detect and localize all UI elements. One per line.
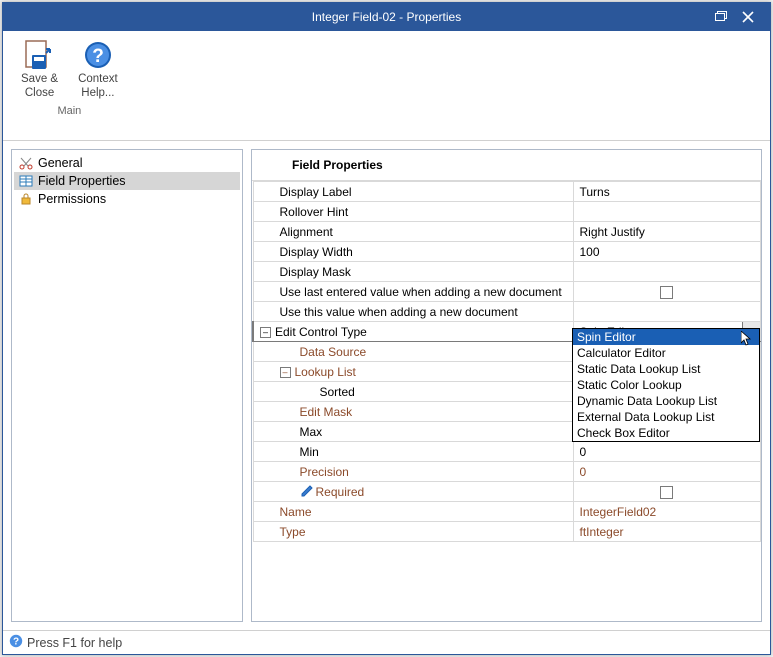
ribbon: Save & Close ? Context Help... Main [3,31,770,141]
collapse-icon[interactable]: – [280,367,291,378]
save-close-button[interactable]: Save & Close [15,35,64,103]
value-min[interactable]: 0 [573,442,761,462]
close-icon[interactable] [742,11,754,23]
dropdown-option[interactable]: Static Data Lookup List [573,361,759,377]
section-header: Field Properties [252,150,761,181]
label-display-label: Display Label [253,182,573,202]
value-precision[interactable]: 0 [573,462,761,482]
save-close-icon [22,37,58,73]
label-edit-control-type: –Edit Control Type [253,322,573,342]
row-alignment: Alignment Right Justify [253,222,761,242]
label-alignment: Alignment [253,222,573,242]
collapse-icon[interactable]: – [260,327,271,338]
property-grid: Field Properties Display Label Turns Rol… [251,149,762,622]
row-type: Type ftInteger [253,522,761,542]
label-rollover-hint: Rollover Hint [253,202,573,222]
row-rollover-hint: Rollover Hint [253,202,761,222]
row-precision: Precision 0 [253,462,761,482]
label-use-this: Use this value when adding a new documen… [253,302,573,322]
nav-item-field-properties[interactable]: Field Properties [14,172,240,190]
nav-item-general[interactable]: General [14,154,240,172]
value-required[interactable] [573,482,761,502]
help-icon: ? [9,634,23,651]
label-sorted: Sorted [253,382,573,402]
value-display-label[interactable]: Turns [573,182,761,202]
row-display-label: Display Label Turns [253,182,761,202]
grid-icon [18,173,34,189]
label-min: Min [253,442,573,462]
title-bar: Integer Field-02 - Properties [3,3,770,31]
status-bar: ? Press F1 for help [3,630,770,654]
value-display-width[interactable]: 100 [573,242,761,262]
value-rollover-hint[interactable] [573,202,761,222]
row-display-width: Display Width 100 [253,242,761,262]
row-display-mask: Display Mask [253,262,761,282]
nav-panel: General Field Properties Permissions [11,149,243,622]
dropdown-option[interactable]: Check Box Editor [573,425,759,441]
status-text: Press F1 for help [27,636,122,650]
checkbox-required[interactable] [660,486,673,499]
context-help-icon: ? [80,37,116,73]
dropdown-option[interactable]: Spin Editor [573,329,759,345]
dropdown-option[interactable]: Static Color Lookup [573,377,759,393]
window-title: Integer Field-02 - Properties [3,10,770,24]
label-use-last: Use last entered value when adding a new… [253,282,573,302]
lock-icon [18,191,34,207]
label-display-mask: Display Mask [253,262,573,282]
label-lookup-list: –Lookup List [253,362,573,382]
edit-control-dropdown[interactable]: Spin EditorCalculator EditorStatic Data … [572,328,760,442]
label-max: Max [253,422,573,442]
svg-text:?: ? [13,637,19,648]
value-use-this[interactable] [573,302,761,322]
row-use-last: Use last entered value when adding a new… [253,282,761,302]
checkbox-use-last[interactable] [660,286,673,299]
label-data-source: Data Source [253,342,573,362]
svg-text:?: ? [92,46,104,67]
restore-icon[interactable] [715,11,728,23]
context-help-button[interactable]: ? Context Help... [72,35,124,103]
dropdown-option[interactable]: Dynamic Data Lookup List [573,393,759,409]
label-precision: Precision [253,462,573,482]
label-display-width: Display Width [253,242,573,262]
scissors-icon [18,155,34,171]
label-edit-mask: Edit Mask [253,402,573,422]
ribbon-group-main: Save & Close ? Context Help... Main [15,35,124,117]
nav-item-permissions[interactable]: Permissions [14,190,240,208]
ribbon-group-label: Main [15,105,124,117]
label-required: Required [253,482,573,502]
value-use-last[interactable] [573,282,761,302]
value-name[interactable]: IntegerField02 [573,502,761,522]
row-use-this: Use this value when adding a new documen… [253,302,761,322]
dropdown-option[interactable]: External Data Lookup List [573,409,759,425]
value-alignment[interactable]: Right Justify [573,222,761,242]
row-min: Min 0 [253,442,761,462]
label-name: Name [253,502,573,522]
dropdown-option[interactable]: Calculator Editor [573,345,759,361]
label-type: Type [253,522,573,542]
properties-window: Integer Field-02 - Properties [2,2,771,655]
value-display-mask[interactable] [573,262,761,282]
row-name: Name IntegerField02 [253,502,761,522]
value-type[interactable]: ftInteger [573,522,761,542]
pencil-icon [300,484,314,498]
row-required: Required [253,482,761,502]
